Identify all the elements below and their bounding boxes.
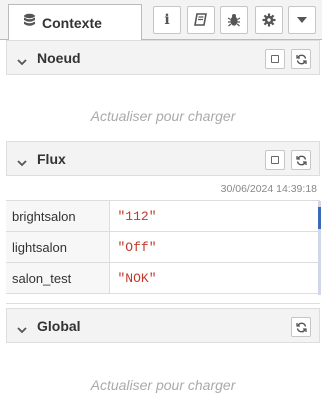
chevron-down-icon[interactable]: [17, 53, 27, 71]
section-node-header[interactable]: Noeud: [6, 40, 320, 75]
tab-context-label: Contexte: [42, 15, 102, 31]
context-value: "NOK": [117, 270, 157, 286]
section-global-title: Global: [37, 317, 81, 334]
flow-collapse-button[interactable]: [265, 150, 285, 170]
table-row[interactable]: brightsalon "112": [6, 200, 320, 232]
settings-button[interactable]: [255, 6, 283, 34]
database-icon: [23, 13, 36, 33]
row-hover-indicator: [318, 207, 321, 229]
refresh-icon: [295, 322, 307, 333]
table-row[interactable]: lightsalon "Off": [6, 231, 320, 263]
section-flow-title: Flux: [37, 150, 66, 167]
section-divider: [6, 303, 320, 304]
info-button[interactable]: i: [153, 6, 181, 34]
caret-down-icon: [297, 17, 307, 23]
section-global-header[interactable]: Global: [6, 308, 320, 343]
context-value: "112": [117, 208, 157, 224]
bug-icon: [227, 13, 241, 27]
context-key: lightsalon: [6, 231, 110, 263]
square-icon: [271, 156, 279, 164]
chevron-down-icon[interactable]: [17, 154, 27, 172]
debug-button[interactable]: [220, 6, 248, 34]
global-refresh-button[interactable]: [291, 317, 311, 337]
section-node-title: Noeud: [37, 49, 81, 66]
gear-icon: [262, 13, 276, 27]
context-value: "Off": [117, 239, 157, 255]
menu-dropdown-button[interactable]: [288, 6, 316, 34]
flow-refresh-button[interactable]: [291, 150, 311, 170]
refresh-icon: [295, 54, 307, 65]
node-refresh-button[interactable]: [291, 49, 311, 69]
tab-context[interactable]: Contexte: [8, 4, 142, 41]
context-key: salon_test: [6, 262, 110, 294]
info-icon: i: [164, 12, 170, 28]
flow-context-table: brightsalon "112" lightsalon "Off" salon…: [6, 200, 320, 294]
help-book-button[interactable]: [187, 6, 215, 34]
row-hover-bar: [318, 201, 321, 295]
section-flow-header[interactable]: Flux: [6, 141, 320, 176]
book-icon: [194, 13, 208, 27]
table-row[interactable]: salon_test "NOK": [6, 262, 320, 294]
sidebar-tabbar: Contexte i: [0, 0, 322, 41]
global-placeholder: Actualiser pour charger: [90, 377, 236, 393]
chevron-down-icon[interactable]: [17, 321, 27, 339]
node-collapse-button[interactable]: [265, 49, 285, 69]
flow-timestamp: 30/06/2024 14:39:18: [220, 183, 317, 195]
context-key: brightsalon: [6, 200, 110, 232]
refresh-icon: [295, 155, 307, 166]
square-icon: [271, 55, 279, 63]
node-placeholder: Actualiser pour charger: [90, 108, 236, 124]
